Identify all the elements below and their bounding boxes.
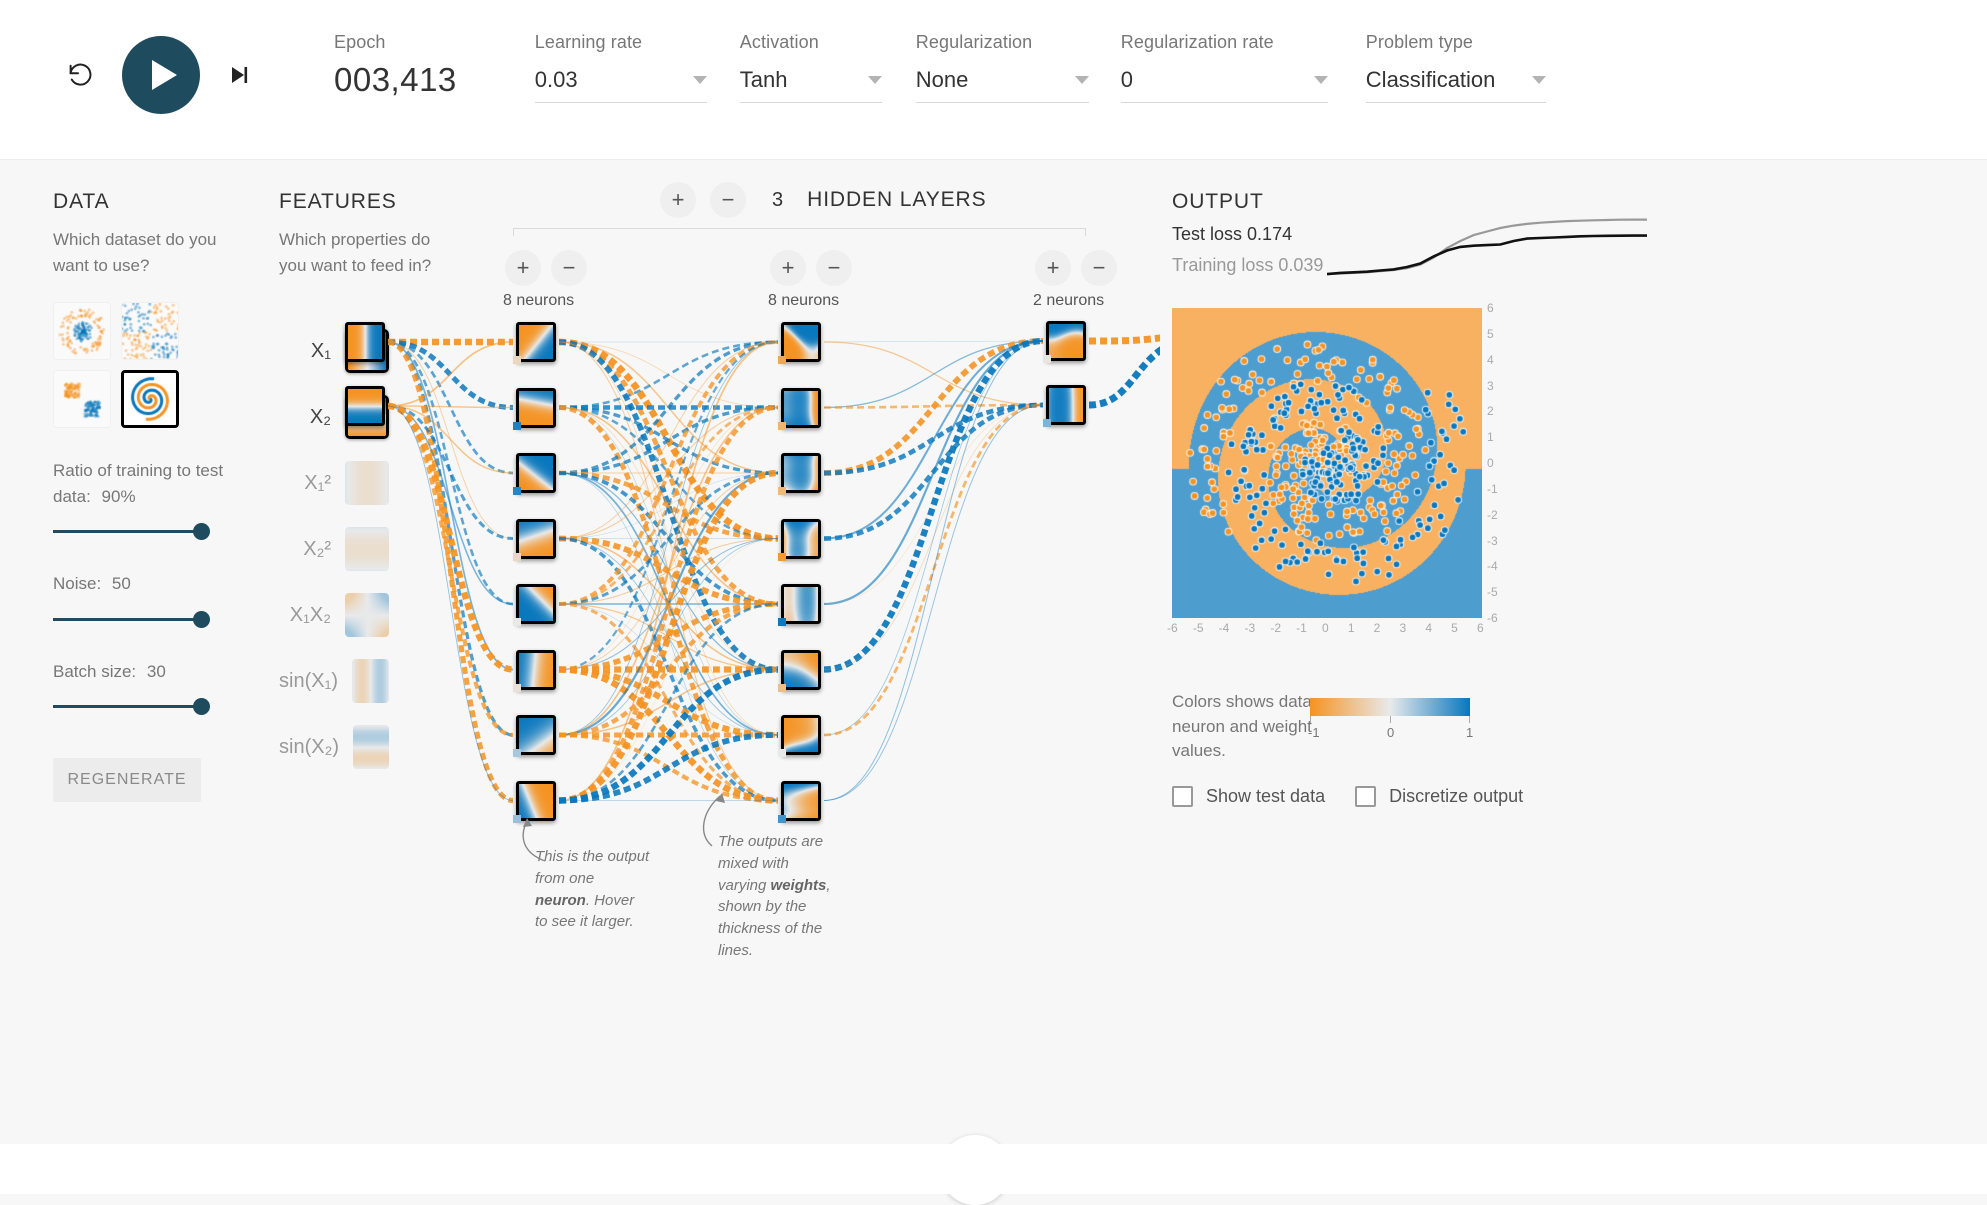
y-axis-tick: -1: [1487, 481, 1498, 496]
y-axis-tick: -3: [1487, 533, 1498, 548]
training-loss-label: Training loss: [1172, 255, 1274, 275]
y-axis-tick: -4: [1487, 559, 1498, 574]
legend-scale: -1 0 1: [1308, 698, 1473, 740]
hidden-node-l1-7[interactable]: [516, 715, 556, 755]
hidden-node-l2-5[interactable]: [781, 584, 821, 624]
x-axis-tick: -3: [1244, 621, 1256, 635]
problem-type-value: Classification: [1365, 67, 1496, 92]
hidden-node-l2-1[interactable]: [781, 322, 821, 362]
y-axis-tick: 2: [1487, 404, 1494, 419]
bias-indicator[interactable]: [778, 487, 786, 495]
y-axis-tick: 3: [1487, 378, 1494, 393]
bias-indicator[interactable]: [1043, 419, 1051, 427]
hidden-node-l1-3[interactable]: [516, 453, 556, 493]
x-axis-tick: 4: [1425, 621, 1433, 635]
legend-description: Colors shows data, neuron and weight val…: [1172, 692, 1317, 761]
output-heading: OUTPUT: [1172, 190, 1264, 213]
annotation-weights-arrow: [702, 793, 725, 847]
input-node-x1[interactable]: [345, 322, 385, 362]
test-loss-label: Test loss: [1172, 224, 1243, 244]
bias-indicator[interactable]: [778, 814, 786, 823]
show-test-data-checkbox[interactable]: Show test data: [1172, 786, 1325, 807]
legend-min-label: -1: [1308, 725, 1320, 740]
hidden-node-l2-2[interactable]: [781, 387, 821, 428]
checkbox-icon: [1355, 786, 1377, 807]
bias-indicator[interactable]: [778, 749, 786, 757]
y-axis-tick: -2: [1487, 507, 1498, 522]
bias-indicator[interactable]: [513, 683, 521, 692]
bias-indicator[interactable]: [513, 487, 521, 495]
output-options: Show test data Discretize output: [1172, 786, 1523, 807]
x-axis-tick: 1: [1347, 621, 1355, 635]
problem-type-label: Problem type: [1365, 32, 1474, 52]
output-node-1[interactable]: [1046, 321, 1086, 361]
problem-type-control: Problem type Classification: [1365, 32, 1546, 103]
hidden-node-l1-5[interactable]: [516, 584, 556, 624]
hidden-node-l1-4[interactable]: [516, 518, 556, 559]
training-loss-value: 0.039: [1278, 255, 1324, 275]
legend-tick-mid: [1390, 716, 1391, 723]
legend-tick-max: [1469, 716, 1470, 723]
bias-indicator[interactable]: [1043, 355, 1051, 363]
hidden-node-l1-1[interactable]: [516, 322, 556, 362]
x-axis-tick: -4: [1218, 621, 1230, 635]
hidden-node-l2-8[interactable]: [781, 780, 821, 821]
discretize-output-label: Discretize output: [1389, 786, 1524, 806]
chevron-down-icon: [1531, 76, 1546, 84]
y-axis-tick: 0: [1487, 456, 1494, 470]
x-axis-tick: -1: [1296, 621, 1307, 635]
annotation-neuron-arrow: [522, 818, 546, 862]
bias-indicator[interactable]: [778, 618, 786, 626]
x-axis-tick: 6: [1477, 621, 1484, 635]
bias-indicator[interactable]: [513, 618, 521, 626]
x-axis-tick: 0: [1322, 621, 1329, 635]
output-heatmap[interactable]: [1172, 308, 1482, 618]
bias-indicator[interactable]: [778, 683, 786, 692]
bias-indicator[interactable]: [778, 552, 786, 561]
hidden-node-l2-6[interactable]: [781, 649, 821, 690]
show-test-data-label: Show test data: [1206, 786, 1326, 806]
x-axis-tick: -2: [1270, 621, 1281, 635]
bias-indicator[interactable]: [513, 749, 521, 757]
legend-gradient-bar: [1310, 698, 1470, 716]
x-axis-tick: 5: [1451, 621, 1458, 635]
y-axis-tick: 6: [1487, 301, 1494, 315]
x-axis-tick: 2: [1373, 621, 1381, 635]
test-loss-value: 0.174: [1247, 224, 1293, 244]
loss-chart: [1327, 218, 1647, 276]
bias-indicator[interactable]: [778, 356, 786, 364]
y-axis-tick: 5: [1487, 326, 1494, 341]
legend-tick-min: [1310, 716, 1311, 723]
y-axis-tick: 1: [1487, 430, 1494, 445]
chevron-down-icon: [1313, 76, 1328, 84]
hidden-node-l2-3[interactable]: [781, 453, 821, 493]
bias-indicator[interactable]: [513, 356, 521, 364]
input-node-x2[interactable]: [345, 386, 385, 426]
discretize-output-checkbox[interactable]: Discretize output: [1355, 786, 1523, 807]
bias-indicator[interactable]: [778, 421, 786, 430]
annotation-neuron-bold: neuron: [535, 891, 586, 909]
x-axis-tick: 3: [1399, 621, 1407, 635]
hidden-node-l2-7[interactable]: [781, 715, 821, 755]
y-axis-tick: 4: [1487, 352, 1494, 367]
hidden-node-l1-2[interactable]: [516, 387, 556, 428]
hidden-node-l2-4[interactable]: [781, 518, 821, 559]
legend-mid-label: 0: [1387, 725, 1395, 740]
output-heatmap-wrap: -6 -5 -4 -3 -2 -1 0 1 2 3 4 5 6 6 5 4 3 2 1 0 -1 -2 -3 -4 -5 -6: [1167, 301, 1498, 635]
annotation-weights-bold: weights: [770, 876, 827, 894]
bias-indicator[interactable]: [513, 552, 521, 561]
color-legend: Colors shows data, neuron and weight val…: [1172, 690, 1672, 764]
x-axis-tick: -6: [1167, 621, 1178, 635]
bias-indicator[interactable]: [513, 421, 521, 430]
output-panel: OUTPUT Test loss 0.174 Training loss 0.0…: [1167, 190, 1692, 807]
y-axis-tick: -6: [1487, 611, 1498, 625]
output-node-2[interactable]: [1046, 385, 1086, 425]
x-axis-tick: -5: [1192, 621, 1204, 635]
page-bottom-strip: [0, 1144, 1987, 1194]
hidden-node-l1-6[interactable]: [516, 649, 556, 690]
y-axis-tick: -5: [1487, 585, 1498, 600]
problem-type-select[interactable]: Classification: [1365, 67, 1546, 103]
checkbox-icon: [1172, 786, 1193, 807]
legend-max-label: 1: [1466, 725, 1474, 740]
